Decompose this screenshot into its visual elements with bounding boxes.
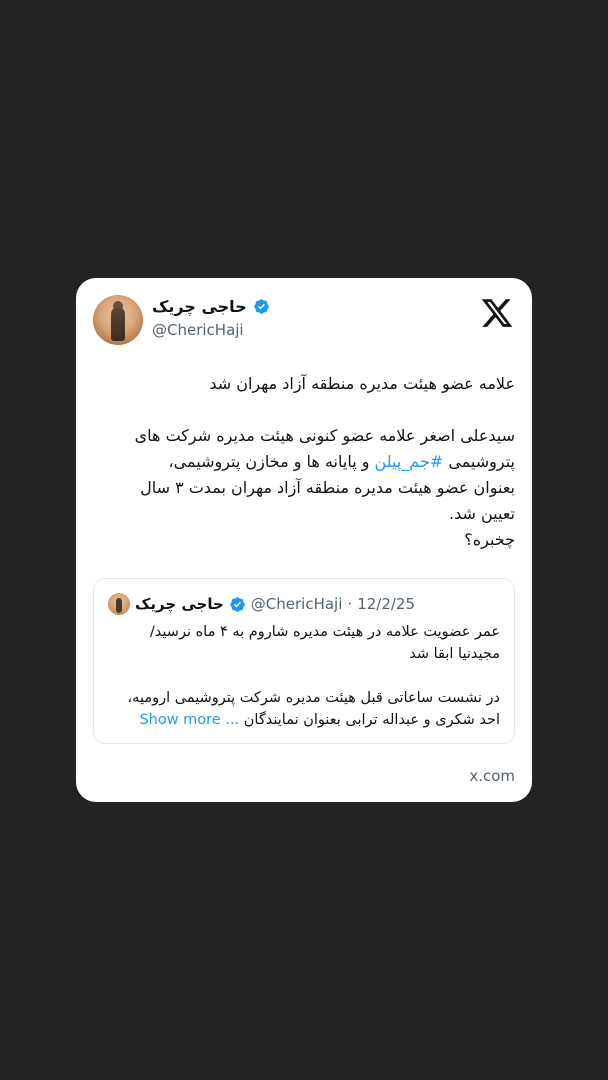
quoted-author-handle[interactable]: @ChericHaji	[251, 595, 343, 613]
verified-badge-icon	[230, 596, 245, 612]
source-link[interactable]: x.com	[469, 767, 515, 785]
quoted-tweet-date[interactable]: 12/2/25	[357, 595, 415, 613]
tweet-title-line: علامه عضو هیئت مدیره منطقه آزاد مهران شد	[209, 374, 515, 393]
quoted-tweet-text: عمر عضویت علامه در هیئت مدیره شاروم به ۴…	[108, 621, 501, 731]
quoted-tweet[interactable]: حاجی چریک @ChericHaji · 12/2/25 عمر عضوی…	[93, 578, 515, 744]
quoted-tweet-header: حاجی چریک @ChericHaji · 12/2/25	[108, 593, 415, 615]
verified-badge-icon	[253, 299, 269, 314]
hashtag-link[interactable]: #جم_پیلن	[375, 452, 444, 471]
author-name[interactable]: حاجی چریک	[152, 297, 247, 316]
meta-separator: ·	[347, 595, 353, 613]
author-handle[interactable]: @ChericHaji	[152, 321, 244, 339]
tweet-card[interactable]: حاجی چریک @ChericHaji علامه عضو هیئت مدی…	[76, 278, 532, 802]
quoted-author-avatar[interactable]	[108, 593, 130, 615]
tweet-body: علامه عضو هیئت مدیره منطقه آزاد مهران شد…	[96, 371, 515, 553]
author-avatar[interactable]	[93, 295, 143, 345]
quoted-author-name[interactable]: حاجی چریک	[135, 595, 224, 613]
x-logo-icon[interactable]	[480, 296, 514, 330]
author-name-row[interactable]: حاجی چریک	[152, 297, 270, 316]
show-more-link[interactable]: ... Show more	[139, 712, 239, 728]
avatar-figure-body	[111, 307, 125, 341]
